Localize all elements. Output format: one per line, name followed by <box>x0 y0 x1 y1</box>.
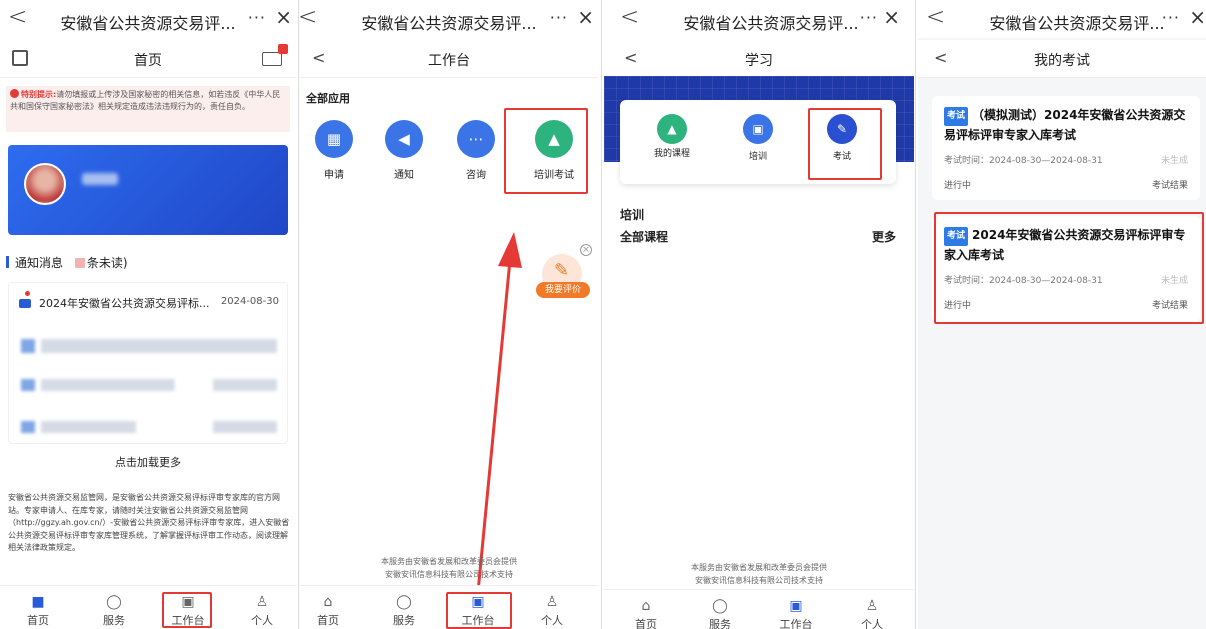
menu-training[interactable]: ▣ 培训 <box>736 114 780 162</box>
tab-bar: ⌂ 首页 ◯ 服务 ▣ 工作台 ♙ 个人 <box>604 589 914 629</box>
highlight-box <box>162 592 212 628</box>
list-item[interactable]: 2024年安徽省公共资源交易评标... 2024-08-30 <box>19 291 279 315</box>
envelope-icon <box>19 299 31 308</box>
exam-status-row: 进行中 考试结果 <box>944 178 1188 191</box>
close-icon[interactable]: × <box>275 5 292 29</box>
exam-tag: 考试 <box>944 107 969 126</box>
notice-list: 2024年安徽省公共资源交易评标... 2024-08-30 <box>8 282 288 444</box>
username-blurred <box>82 173 118 185</box>
arrow-annotation <box>476 232 522 593</box>
tab-service[interactable]: ◯ 服务 <box>84 586 144 629</box>
exam-title: 考试 （模拟测试）2024年安徽省公共资源交易评标评审专家入库考试 <box>944 107 1186 142</box>
tab-service[interactable]: ◯ 服务 <box>374 586 434 629</box>
tab-home[interactable]: ⌂ 首页 <box>616 590 676 629</box>
home-icon: ⌂ <box>641 598 651 614</box>
panel-divider <box>601 0 602 629</box>
title-bar: < 安徽省公共资源交易评... ··· × <box>918 0 1206 38</box>
section-training: 培训 <box>620 208 645 222</box>
more-icon[interactable]: ··· <box>1162 8 1180 27</box>
list-item-blurred[interactable] <box>21 421 277 433</box>
highlight-box <box>808 108 882 180</box>
warning-notice: 特别提示:请勿填报或上传涉及国家秘密的相关信息，如若违反《中华人民共和国保守国家… <box>6 86 290 132</box>
page-header: < 我的考试 <box>918 40 1206 78</box>
notice-title: 2024年安徽省公共资源交易评标... <box>39 297 210 310</box>
mail-badge <box>278 44 288 54</box>
title-bar: < 安徽省公共资源交易评... ··· × <box>0 0 296 38</box>
panel-divider <box>298 0 299 629</box>
service-icon: ◯ <box>712 598 728 614</box>
avatar <box>24 163 66 205</box>
notify-bar <box>6 256 9 268</box>
home-icon: ■ <box>31 594 45 610</box>
mail-icon[interactable] <box>262 52 282 66</box>
close-icon[interactable]: × <box>883 5 900 29</box>
tab-home[interactable]: ■ 首页 <box>8 586 68 629</box>
workbench-icon: ▣ <box>789 598 803 614</box>
notice-date: 2024-08-30 <box>220 296 279 307</box>
panel-divider <box>915 0 916 629</box>
panel-workbench: < 安徽省公共资源交易评... ··· × < 工作台 全部应用 ▦ 申请 ◀ … <box>300 0 598 629</box>
page-title: 学习 <box>745 53 773 69</box>
tab-home[interactable]: ⌂ 首页 <box>300 586 358 629</box>
panel-my-exams: < 安徽省公共资源交易评... ··· × < 我的考试 考试 （模拟测试）202… <box>918 0 1206 629</box>
person-icon: ♙ <box>865 598 879 614</box>
panel-home: < 安徽省公共资源交易评... ··· × 首页 特别提示:请勿填报或上传涉及国… <box>0 0 296 629</box>
service-icon: ◯ <box>106 594 122 610</box>
service-notice: 本服务由安徽省发展和改革委员会提供 安徽安讯信息科技有限公司技术支持 <box>691 563 827 585</box>
page-header: < 学习 <box>604 40 914 78</box>
tab-personal[interactable]: ♙ 个人 <box>522 586 582 629</box>
load-more-button[interactable]: 点击加载更多 <box>0 454 296 470</box>
list-item-blurred[interactable] <box>21 339 277 353</box>
exam-status: 进行中 <box>944 181 972 191</box>
page-title: 首页 <box>134 53 162 69</box>
back-icon[interactable]: < <box>926 4 945 30</box>
service-icon: ◯ <box>396 594 412 610</box>
warning-icon <box>10 89 19 98</box>
title-bar: < 安徽省公共资源交易评... ··· × <box>604 0 914 38</box>
notify-heading: 通知消息 <box>15 256 64 270</box>
warning-label: 特别提示: <box>21 90 57 99</box>
tab-workbench[interactable]: ▣ 工作台 <box>766 590 826 629</box>
tab-service[interactable]: ◯ 服务 <box>690 590 750 629</box>
highlight-box <box>934 212 1204 324</box>
menu-my-courses[interactable]: ▲ 我的课程 <box>650 114 694 160</box>
more-icon[interactable]: ··· <box>860 8 878 27</box>
more-link[interactable]: 更多 <box>872 228 896 245</box>
person-icon: ♙ <box>545 594 559 610</box>
unread-label: 条未读) <box>86 256 128 270</box>
exam-state: 未生成 <box>1160 156 1188 166</box>
close-icon[interactable]: × <box>1189 5 1206 29</box>
notify-header: 通知消息 条未读) <box>6 254 128 271</box>
highlight-box <box>446 592 512 629</box>
person-icon: ♙ <box>255 594 269 610</box>
profile-banner <box>8 145 288 235</box>
page-header: 首页 <box>0 40 296 78</box>
tab-bar: ■ 首页 ◯ 服务 ▣ 工作台 ♙ 个人 <box>0 585 296 629</box>
unread-dot <box>25 291 30 296</box>
more-icon[interactable]: ··· <box>248 8 266 27</box>
graduation-cap-icon: ▲ <box>657 114 687 144</box>
home-icon: ⌂ <box>323 594 333 610</box>
list-item-blurred[interactable] <box>21 379 277 391</box>
training-icon: ▣ <box>743 114 773 144</box>
site-description: 安徽省公共资源交易监管网，是安徽省公共资源交易评标评审专家库的官方网站。专家申请… <box>8 493 290 552</box>
service-notice: 本服务由安徽省发展和改革委员会提供 安徽安讯信息科技有限公司技术支持 <box>381 557 517 579</box>
tab-personal[interactable]: ♙ 个人 <box>842 590 902 629</box>
exam-time: 考试时间：2024-08-30—2024-08-31 未生成 <box>944 153 1188 166</box>
exam-card[interactable]: 考试 （模拟测试）2024年安徽省公共资源交易评标评审专家入库考试 考试时间：20… <box>932 96 1200 200</box>
tab-personal[interactable]: ♙ 个人 <box>232 586 292 629</box>
unread-count-blurred <box>74 258 85 268</box>
section-all-courses: 全部课程 <box>620 230 669 244</box>
page-title: 我的考试 <box>1034 53 1090 69</box>
panel-learning: < 安徽省公共资源交易评... ··· × < 学习 ▲ 我的课程 ▣ 培训 ✎… <box>604 0 914 629</box>
exam-result-link[interactable]: 考试结果 <box>1152 178 1188 191</box>
